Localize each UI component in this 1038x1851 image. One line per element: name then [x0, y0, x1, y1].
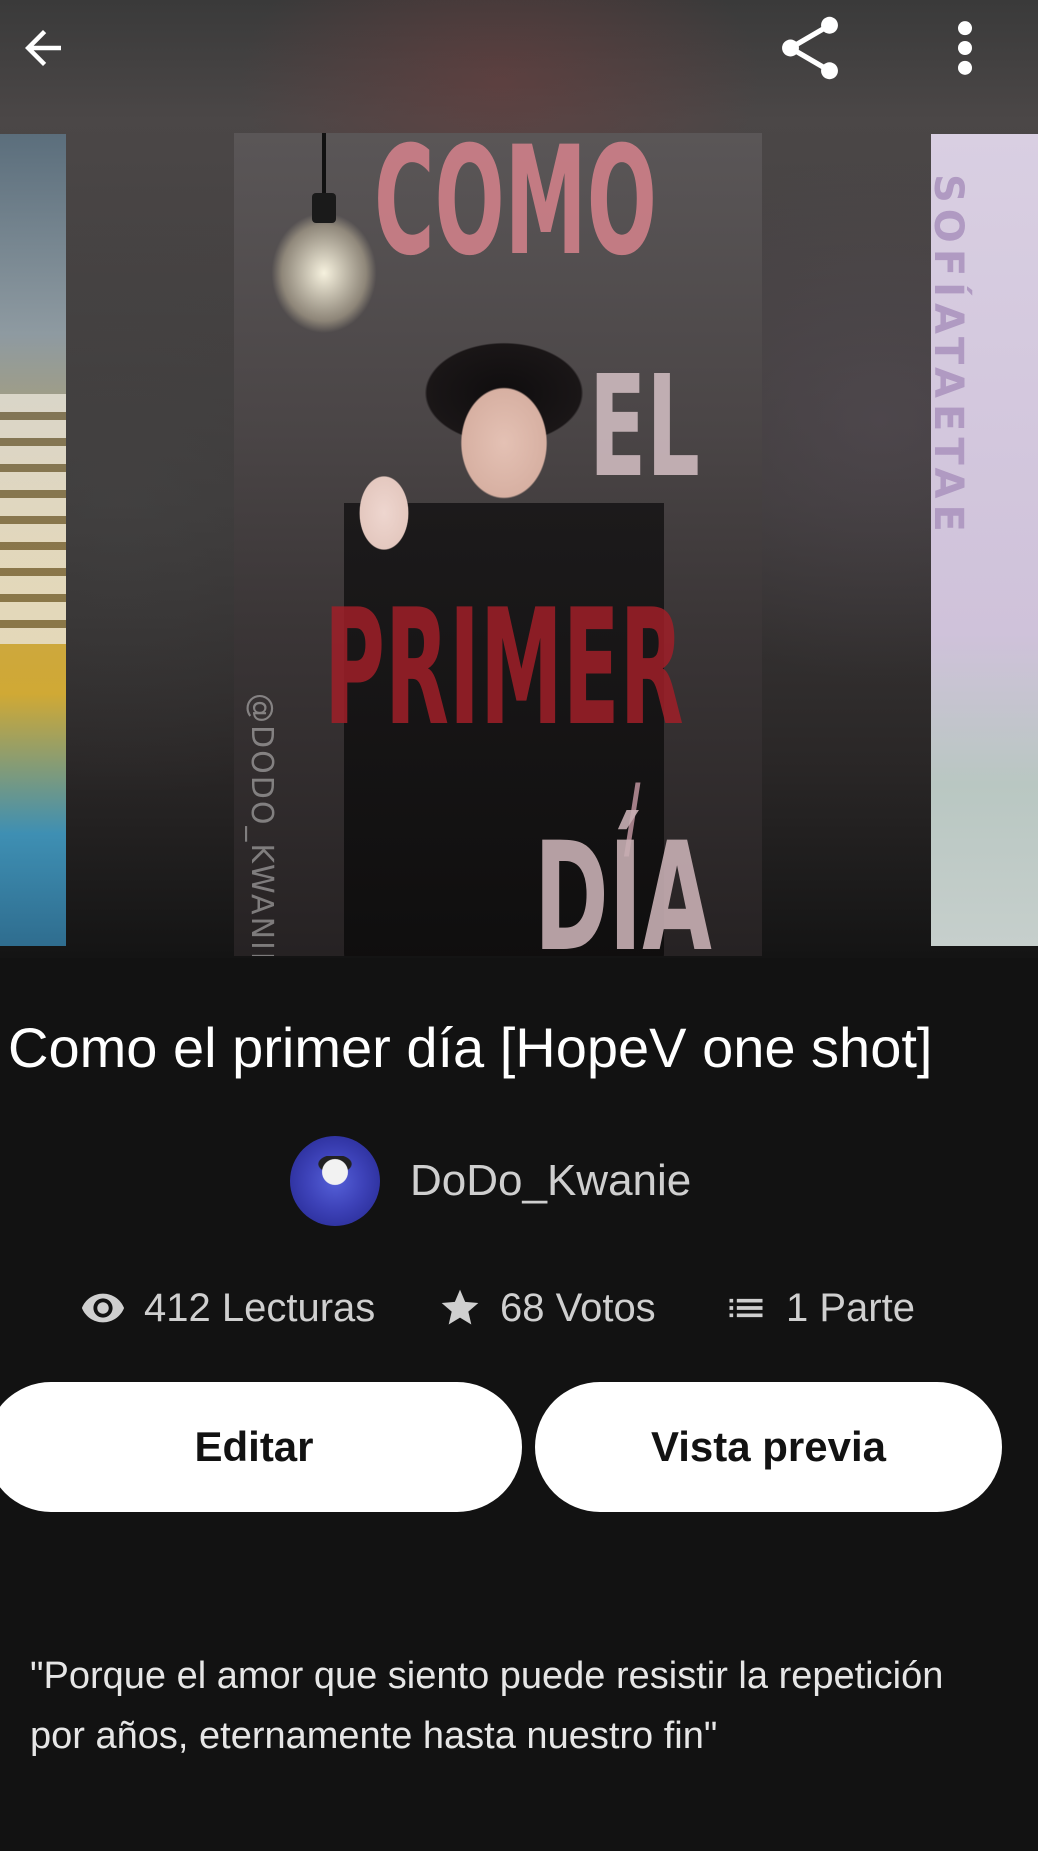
more-vertical-icon	[958, 21, 972, 75]
cover-watermark: @DODO_KWANIE	[244, 693, 279, 956]
story-description: "Porque el amor que siento puede resisti…	[30, 1655, 944, 1757]
ship-image	[0, 394, 66, 644]
cover-word-1: COMO	[374, 133, 657, 289]
parts-count: 1 Parte	[786, 1285, 915, 1330]
author-link[interactable]: DoDo_Kwanie	[290, 1136, 691, 1226]
arrow-left-icon	[25, 30, 61, 66]
hero-cover-carousel[interactable]: SOFÍATAETAE COMO EL PRIMER / DÍA @DODO_K…	[0, 0, 1038, 958]
preview-button[interactable]: Vista previa	[535, 1382, 1002, 1512]
more-options-button[interactable]	[930, 0, 1000, 96]
lightbulb-socket	[312, 193, 336, 223]
story-title: Como el primer día [HopeV one shot]	[8, 1016, 933, 1079]
next-cover[interactable]: SOFÍATAETAE	[925, 134, 1038, 946]
reads-stat: 412 Lecturas	[80, 1285, 438, 1331]
cover-word-5: DÍA	[534, 811, 712, 956]
next-cover-text: SOFÍATAETAE	[925, 174, 971, 538]
star-icon	[441, 1289, 479, 1325]
author-avatar[interactable]	[290, 1136, 380, 1226]
votes-stat: 68 Votos	[438, 1286, 724, 1331]
story-stats: 412 Lecturas 68 Votos 1 Parte	[80, 1278, 915, 1338]
back-button[interactable]	[0, 0, 86, 96]
parts-stat: 1 Parte	[724, 1286, 915, 1331]
eye-icon	[81, 1293, 125, 1323]
cover-word-2: EL	[589, 346, 700, 509]
votes-count: 68 Votos	[500, 1285, 656, 1330]
edit-button[interactable]: Editar	[0, 1382, 522, 1512]
share-button[interactable]	[768, 0, 852, 96]
avatar-figure	[318, 1156, 352, 1202]
cover-word-3: PRIMER	[324, 574, 684, 761]
reads-count: 412 Lecturas	[144, 1285, 376, 1330]
list-icon	[729, 1298, 763, 1318]
author-name[interactable]: DoDo_Kwanie	[410, 1156, 691, 1206]
share-icon	[782, 16, 838, 80]
story-cover[interactable]: COMO EL PRIMER / DÍA @DODO_KWANIE	[234, 133, 762, 956]
previous-cover[interactable]	[0, 134, 66, 946]
